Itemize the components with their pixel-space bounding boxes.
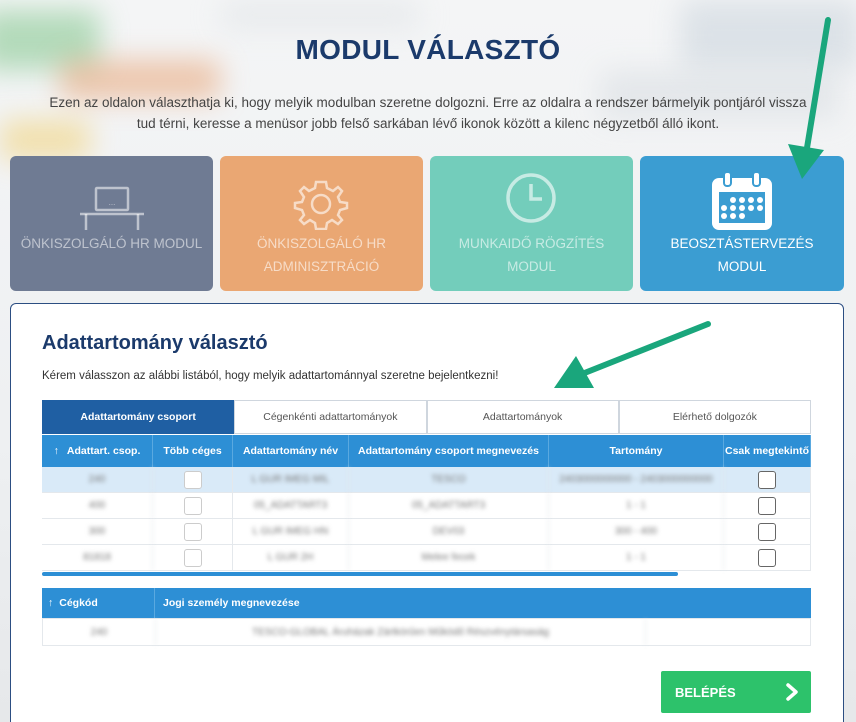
login-button[interactable]: BELÉPÉS <box>661 671 811 713</box>
table-row[interactable]: 240 L GUR IMEG MIL TESCO 2403000000000 -… <box>42 467 811 493</box>
view-only-checkbox[interactable] <box>758 548 776 567</box>
tab-bar: Adattartomány csoport Cégenkénti adattar… <box>42 400 811 434</box>
module-label: ÖNKISZOLGÁLÓ HR ADMINISZTRÁCIÓ <box>256 236 387 274</box>
grid-header: ↑ Adattart. csop. Több céges Adattartomá… <box>42 435 811 467</box>
gear-icon <box>293 180 349 230</box>
module-label: MUNKAIDŐ RÖGZÍTÉS MODUL <box>458 236 605 274</box>
chevron-right-icon <box>786 683 798 701</box>
tab-data-range-group[interactable]: Adattartomány csoport <box>42 400 235 434</box>
sort-icon: ↑ <box>53 445 59 457</box>
column-header-multi-company[interactable]: Több céges <box>153 435 233 467</box>
sort-icon: ↑ <box>48 597 54 609</box>
column-header-view-only[interactable]: Csak megtekintő <box>724 435 811 467</box>
table-row[interactable]: 240 TESCO-GLOBAL Áruházak Zártkörűen Műk… <box>42 618 811 646</box>
company-grid: ↑ Cégkód Jogi személy megnevezése 240 TE… <box>42 588 811 646</box>
module-label: BEOSZTÁSTERVEZÉS MODUL <box>670 236 814 274</box>
module-tile-hr-admin[interactable]: ÖNKISZOLGÁLÓ HR ADMINISZTRÁCIÓ <box>220 156 423 291</box>
annotation-arrow-icon <box>554 321 711 388</box>
module-tile-hr[interactable]: ... ÖNKISZOLGÁLÓ HR MODUL <box>10 156 213 291</box>
tab-company-data-ranges[interactable]: Cégenkénti adattartományok <box>234 400 427 434</box>
company-grid-header: ↑ Cégkód Jogi személy megnevezése <box>42 588 811 618</box>
multi-company-checkbox[interactable] <box>183 470 202 489</box>
table-row[interactable]: 400 05_ADATTART3 05_ADATTART3 1 - 1 <box>42 493 811 519</box>
column-header-range[interactable]: Tartomány <box>549 435 724 467</box>
page-title: MODUL VÁLASZTÓ <box>295 34 561 65</box>
svg-text:...: ... <box>109 198 116 207</box>
tab-data-ranges[interactable]: Adattartományok <box>426 400 619 434</box>
column-header-company-code[interactable]: ↑ Cégkód <box>42 588 155 618</box>
page-subtitle: Ezen az oldalon választhatja ki, hogy me… <box>49 95 807 131</box>
data-range-grid: ↑ Adattart. csop. Több céges Adattartomá… <box>42 435 811 580</box>
multi-company-checkbox[interactable] <box>183 496 202 515</box>
table-row[interactable]: 81818 L GUR 2H Melee fecek 1 - 1 <box>42 545 811 571</box>
tab-available-employees[interactable]: Elérhető dolgozók <box>618 400 811 434</box>
view-only-checkbox[interactable] <box>758 470 776 489</box>
module-tile-time-recording[interactable]: MUNKAIDŐ RÖGZÍTÉS MODUL <box>430 156 633 291</box>
module-tiles: ... ÖNKISZOLGÁLÓ HR MODUL ÖNKISZOLGÁLÓ H… <box>10 156 844 291</box>
panel-title: Adattartomány választó <box>42 332 268 354</box>
panel-description: Kérem válasszon az alábbi listából, hogy… <box>42 370 499 382</box>
column-header-legal-entity-name[interactable]: Jogi személy megnevezése <box>155 588 811 618</box>
clock-icon <box>506 173 556 223</box>
column-header-range-name[interactable]: Adattartomány név <box>233 435 349 467</box>
module-label: ÖNKISZOLGÁLÓ HR MODUL <box>20 236 203 251</box>
workstation-icon: ... <box>80 186 144 230</box>
table-row[interactable]: 300 L GUR IMEG HN DEV03 300 - 400 <box>42 519 811 545</box>
annotation-arrow-icon <box>788 17 831 179</box>
view-only-checkbox[interactable] <box>758 522 776 541</box>
multi-company-checkbox[interactable] <box>183 548 202 567</box>
horizontal-scrollbar[interactable] <box>42 572 678 576</box>
view-only-checkbox[interactable] <box>758 496 776 515</box>
column-header-group-code[interactable]: ↑ Adattart. csop. <box>42 435 153 467</box>
column-header-group-name[interactable]: Adattartomány csoport megnevezés <box>349 435 549 467</box>
multi-company-checkbox[interactable] <box>183 522 202 541</box>
